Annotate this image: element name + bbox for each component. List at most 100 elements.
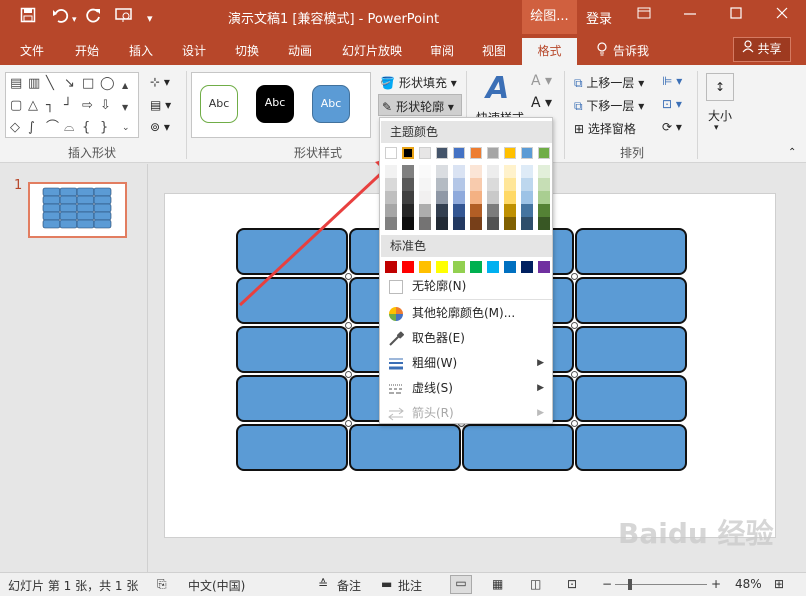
- pentagon-arrow-icon[interactable]: ⇩: [100, 99, 111, 113]
- standard-color-swatch[interactable]: [521, 261, 533, 273]
- slide-sorter-icon[interactable]: ▦: [492, 577, 503, 591]
- eyedropper-item[interactable]: 取色器(E): [382, 326, 550, 350]
- standard-color-swatch[interactable]: [385, 261, 397, 273]
- gallery-more-icon[interactable]: ⌄: [122, 121, 130, 135]
- elbow-connector-icon[interactable]: ┐: [46, 99, 54, 113]
- theme-color-swatch[interactable]: [538, 147, 550, 159]
- block-arrow-icon[interactable]: ⇨: [82, 99, 93, 113]
- collapse-ribbon-icon[interactable]: ⌃: [788, 147, 796, 158]
- notes-button[interactable]: 备注: [337, 577, 361, 594]
- shade-swatch[interactable]: [385, 204, 397, 217]
- no-outline-item[interactable]: 无轮廓(N): [382, 274, 550, 298]
- grid-shape[interactable]: [236, 424, 348, 471]
- selection-handle[interactable]: [345, 371, 352, 378]
- shade-swatch[interactable]: [453, 217, 465, 230]
- arc-icon[interactable]: ⌓: [64, 121, 74, 135]
- shade-swatch[interactable]: [470, 191, 482, 204]
- shade-swatch[interactable]: [470, 165, 482, 178]
- selection-handle[interactable]: [571, 420, 578, 427]
- weight-item[interactable]: 粗细(W) ▶: [382, 351, 550, 375]
- send-backward-button[interactable]: ⧉ 下移一层 ▾: [574, 97, 644, 114]
- standard-color-swatch[interactable]: [487, 261, 499, 273]
- shade-swatch[interactable]: [504, 217, 516, 230]
- shade-swatch[interactable]: [436, 217, 448, 230]
- login-link[interactable]: 登录: [586, 8, 612, 27]
- size-dropdown-icon[interactable]: ▾: [714, 123, 719, 133]
- style-thumb-blue[interactable]: Abc: [312, 85, 350, 123]
- minimize-icon[interactable]: [683, 5, 697, 24]
- theme-color-swatch[interactable]: [521, 147, 533, 159]
- style-thumb-black[interactable]: Abc: [256, 85, 294, 123]
- zoom-out-icon[interactable]: −: [602, 577, 612, 591]
- shade-swatch[interactable]: [487, 204, 499, 217]
- vertical-textbox-icon[interactable]: ▥: [28, 77, 40, 91]
- brace-left-icon[interactable]: {: [82, 121, 90, 135]
- slideshow-icon[interactable]: ⊡: [567, 577, 577, 591]
- present-icon[interactable]: [115, 7, 133, 27]
- shade-swatch[interactable]: [436, 191, 448, 204]
- grid-shape[interactable]: [575, 228, 687, 275]
- shade-swatch[interactable]: [385, 178, 397, 191]
- shade-swatch[interactable]: [385, 217, 397, 230]
- textbox-icon[interactable]: ▤: [10, 77, 22, 91]
- grid-shape[interactable]: [575, 375, 687, 422]
- shade-swatch[interactable]: [470, 178, 482, 191]
- brace-right-icon[interactable]: }: [100, 121, 108, 135]
- group-objects-icon[interactable]: ⊡ ▾: [662, 97, 682, 111]
- shade-swatch[interactable]: [453, 191, 465, 204]
- shade-swatch[interactable]: [521, 191, 533, 204]
- shade-swatch[interactable]: [419, 178, 431, 191]
- size-icon[interactable]: ↕: [706, 73, 734, 101]
- standard-color-swatch[interactable]: [538, 261, 550, 273]
- tab-file[interactable]: 文件: [20, 42, 44, 59]
- tab-insert[interactable]: 插入: [129, 42, 153, 59]
- selection-pane-button[interactable]: ⊞ 选择窗格: [574, 120, 636, 137]
- curve-icon[interactable]: ⌒: [46, 121, 59, 135]
- grid-shape[interactable]: [575, 424, 687, 471]
- normal-view-icon[interactable]: ▭: [450, 575, 472, 594]
- notes-icon[interactable]: ≙: [318, 577, 328, 591]
- shade-swatch[interactable]: [419, 217, 431, 230]
- zoom-slider-thumb[interactable]: [628, 579, 632, 590]
- shade-swatch[interactable]: [402, 178, 414, 191]
- more-outline-colors-item[interactable]: 其他轮廓颜色(M)...: [382, 301, 550, 325]
- oval-shape-icon[interactable]: ◯: [100, 77, 115, 91]
- size-label[interactable]: 大小: [708, 107, 732, 124]
- shade-swatch[interactable]: [504, 191, 516, 204]
- tab-view[interactable]: 视图: [482, 42, 506, 59]
- shade-swatch[interactable]: [470, 204, 482, 217]
- edit-shape-icon[interactable]: ⊹ ▾: [150, 75, 170, 89]
- bring-forward-button[interactable]: ⧉ 上移一层 ▾: [574, 74, 644, 91]
- close-icon[interactable]: [775, 5, 789, 24]
- theme-color-swatch[interactable]: [470, 147, 482, 159]
- rounded-rect-shape-icon[interactable]: ▢: [10, 99, 22, 113]
- maximize-icon[interactable]: [729, 5, 743, 24]
- shade-swatch[interactable]: [487, 178, 499, 191]
- theme-color-swatch[interactable]: [385, 147, 397, 159]
- shade-swatch[interactable]: [521, 178, 533, 191]
- theme-color-swatch[interactable]: [487, 147, 499, 159]
- shade-swatch[interactable]: [521, 217, 533, 230]
- standard-color-swatch[interactable]: [470, 261, 482, 273]
- text-fill-icon[interactable]: A ▾: [531, 73, 552, 89]
- slide-thumbnail[interactable]: [28, 182, 127, 238]
- quick-styles-icon[interactable]: A: [486, 71, 509, 106]
- shade-swatch[interactable]: [436, 165, 448, 178]
- elbow-arrow-icon[interactable]: ┘: [64, 99, 72, 113]
- undo-dropdown-icon[interactable]: ▾: [72, 11, 77, 29]
- tab-home[interactable]: 开始: [75, 42, 99, 59]
- shade-swatch[interactable]: [538, 204, 550, 217]
- selection-handle[interactable]: [345, 420, 352, 427]
- shade-swatch[interactable]: [402, 165, 414, 178]
- tab-review[interactable]: 审阅: [430, 42, 454, 59]
- theme-color-swatch[interactable]: [453, 147, 465, 159]
- shapes-gallery[interactable]: ▤ ▥ ╲ ↘ □ ◯ ▢ △ ┐ ┘ ⇨ ⇩ ◇ ∫ ⌒ ⌓ { } ▲ ▼ …: [5, 72, 139, 138]
- theme-color-swatch[interactable]: [402, 147, 414, 159]
- standard-color-swatch[interactable]: [504, 261, 516, 273]
- dashes-item[interactable]: 虚线(S) ▶: [382, 376, 550, 400]
- comments-icon[interactable]: ▬: [381, 577, 392, 591]
- grid-shape[interactable]: [236, 326, 348, 373]
- shade-swatch[interactable]: [402, 191, 414, 204]
- shade-swatch[interactable]: [487, 217, 499, 230]
- zoom-in-icon[interactable]: +: [711, 577, 721, 591]
